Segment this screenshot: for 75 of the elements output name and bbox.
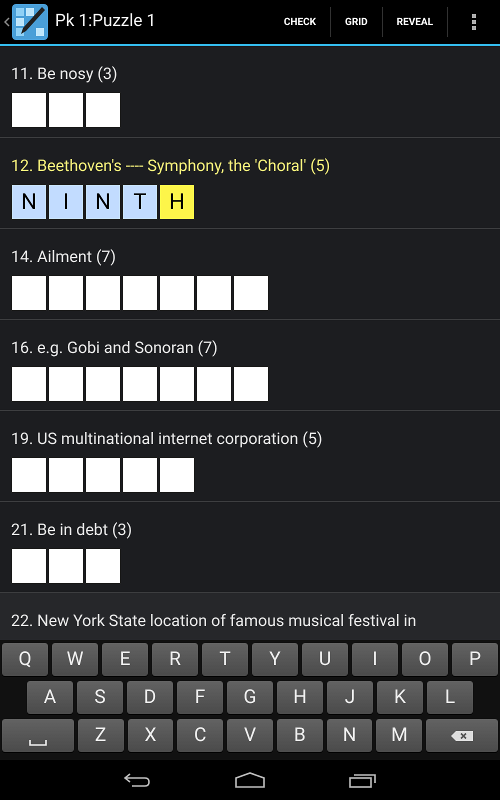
letter-cell[interactable] bbox=[233, 275, 269, 311]
recent-apps-icon[interactable] bbox=[349, 772, 377, 788]
keyboard-key[interactable]: H bbox=[277, 681, 323, 714]
keyboard-key[interactable]: L bbox=[427, 681, 473, 714]
keyboard-key[interactable]: F bbox=[177, 681, 223, 714]
keyboard-key[interactable]: W bbox=[52, 643, 98, 676]
letter-cell[interactable] bbox=[159, 366, 195, 402]
letter-cell[interactable] bbox=[85, 275, 121, 311]
letter-cell[interactable] bbox=[11, 275, 47, 311]
app-icon[interactable] bbox=[12, 4, 48, 40]
keyboard-key[interactable]: N bbox=[326, 719, 372, 752]
clue-text[interactable]: 21. Be in debt (3) bbox=[11, 520, 489, 540]
space-icon bbox=[28, 740, 47, 746]
letter-cell[interactable] bbox=[11, 457, 47, 493]
keyboard-key[interactable]: M bbox=[376, 719, 422, 752]
letter-cell[interactable] bbox=[196, 366, 232, 402]
keyboard-key[interactable]: C bbox=[177, 719, 224, 752]
letter-cell[interactable] bbox=[122, 366, 158, 402]
letter-cell[interactable] bbox=[11, 92, 47, 128]
keyboard-key[interactable]: T bbox=[202, 643, 248, 676]
keyboard-key[interactable]: B bbox=[276, 719, 323, 752]
letter-cell[interactable] bbox=[85, 457, 121, 493]
keyboard-key[interactable]: R bbox=[152, 643, 198, 676]
keyboard-key[interactable]: G bbox=[227, 681, 273, 714]
keyboard-key[interactable]: U bbox=[302, 643, 348, 676]
letter-cell[interactable] bbox=[11, 548, 47, 584]
letter-cell[interactable]: N bbox=[85, 184, 121, 220]
keyboard-key[interactable]: Z bbox=[78, 719, 124, 752]
clue-text[interactable]: 14. Ailment (7) bbox=[11, 247, 489, 267]
letter-cell[interactable] bbox=[48, 366, 84, 402]
back-chevron-icon[interactable] bbox=[4, 17, 10, 27]
letter-cell[interactable] bbox=[159, 457, 195, 493]
keyboard-key[interactable]: Y bbox=[252, 643, 298, 676]
keyboard-key[interactable]: X bbox=[128, 719, 174, 752]
clue-text[interactable]: 11. Be nosy (3) bbox=[11, 64, 489, 84]
keyboard-key[interactable]: P bbox=[452, 643, 498, 676]
clue-text[interactable]: 19. US multinational internet corporation (5) bbox=[11, 429, 489, 449]
keyboard-key[interactable]: K bbox=[377, 681, 423, 714]
space-key[interactable] bbox=[2, 719, 74, 752]
keyboard-key[interactable]: O bbox=[402, 643, 448, 676]
letter-cell[interactable] bbox=[122, 457, 158, 493]
backspace-icon bbox=[450, 730, 474, 742]
letter-cell[interactable] bbox=[48, 92, 84, 128]
letter-cell[interactable] bbox=[85, 366, 121, 402]
keyboard-key[interactable]: D bbox=[127, 681, 173, 714]
letter-cell[interactable]: T bbox=[122, 184, 158, 220]
letter-cell[interactable]: H bbox=[159, 184, 195, 220]
action-button[interactable]: CHECK bbox=[270, 0, 330, 44]
back-icon[interactable] bbox=[123, 772, 151, 788]
letter-cell[interactable] bbox=[48, 275, 84, 311]
letter-cell[interactable]: N bbox=[11, 184, 47, 220]
keyboard-key[interactable]: V bbox=[227, 719, 273, 752]
letter-cell[interactable] bbox=[11, 366, 47, 402]
home-icon[interactable] bbox=[235, 772, 265, 788]
letter-cell[interactable] bbox=[122, 275, 158, 311]
keyboard-key[interactable]: S bbox=[77, 681, 123, 714]
letter-cell[interactable] bbox=[85, 92, 121, 128]
clue-text[interactable]: 12. Beethoven's ---- Symphony, the 'Choral' (5) bbox=[11, 156, 489, 176]
letter-cell[interactable] bbox=[159, 275, 195, 311]
keyboard-key[interactable]: A bbox=[27, 681, 73, 714]
action-button[interactable]: REVEAL bbox=[382, 0, 447, 44]
letter-cell[interactable] bbox=[48, 548, 84, 584]
clue-text[interactable]: 16. e.g. Gobi and Sonoran (7) bbox=[11, 338, 489, 358]
keyboard-key[interactable]: E bbox=[102, 643, 148, 676]
keyboard-key[interactable]: J bbox=[327, 681, 373, 714]
keyboard-key[interactable]: Q bbox=[2, 643, 48, 676]
letter-cell[interactable] bbox=[233, 366, 269, 402]
screen-title: Pk 1:Puzzle 1 bbox=[55, 10, 156, 34]
letter-cell[interactable] bbox=[85, 548, 121, 584]
letter-cell[interactable] bbox=[196, 275, 232, 311]
letter-cell[interactable] bbox=[48, 457, 84, 493]
letter-cell[interactable]: I bbox=[48, 184, 84, 220]
keyboard-key[interactable]: I bbox=[352, 643, 398, 676]
action-button[interactable]: GRID bbox=[331, 0, 382, 44]
backspace-key[interactable] bbox=[426, 719, 498, 752]
